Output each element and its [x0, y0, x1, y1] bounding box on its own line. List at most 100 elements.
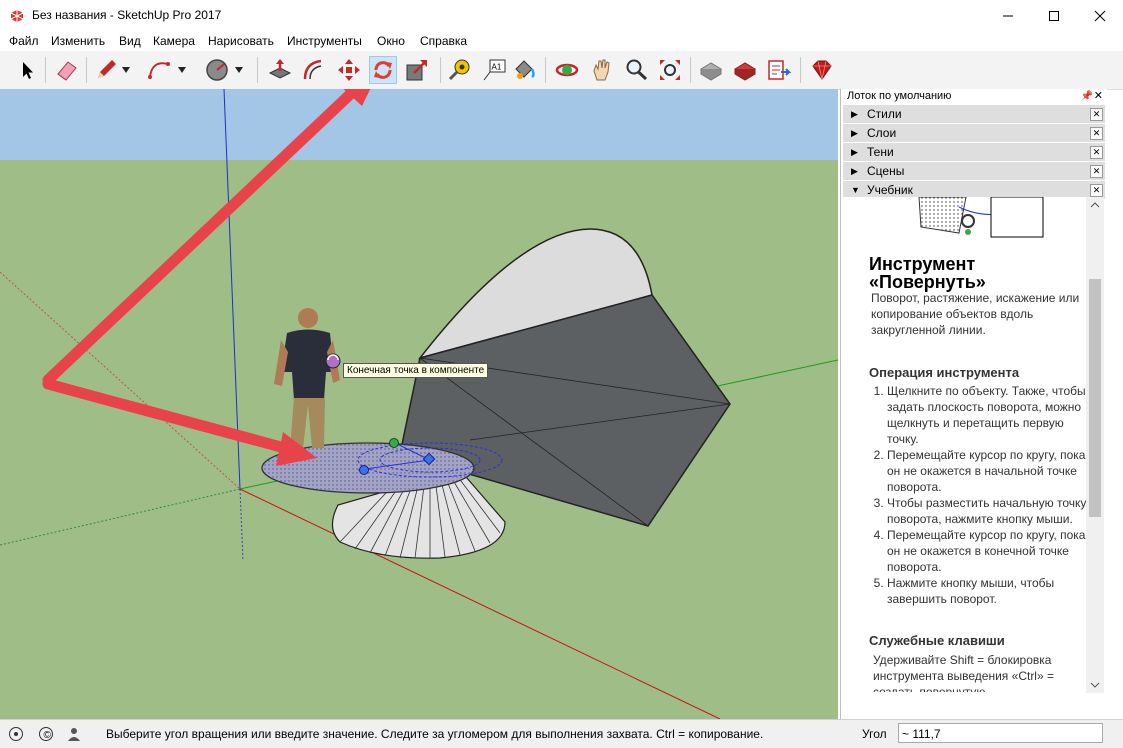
tray-title: Лоток по умолчанию [847, 90, 952, 102]
send-to-layout-icon [768, 60, 792, 80]
tray-panel-label: Слои [867, 126, 897, 140]
model-viewport[interactable]: Конечная точка в компоненте [0, 89, 838, 719]
expand-arrow-icon: ▶ [851, 109, 858, 119]
paint-bucket-tool-button[interactable] [510, 56, 538, 84]
eraser-tool-button[interactable] [53, 56, 81, 84]
orbit-icon [555, 63, 579, 77]
menu-camera[interactable]: Камера [153, 34, 195, 48]
arc-icon [148, 62, 170, 79]
zoom-icon [626, 59, 648, 81]
tray-panel-shadows[interactable]: ▶ Тени ✕ [843, 143, 1105, 161]
circle-dropdown[interactable] [232, 56, 246, 84]
chevron-down-icon [235, 67, 243, 73]
offset-icon [303, 59, 322, 80]
default-tray: Лоток по умолчанию 📌 ✕ ▶ Стили ✕ ▶ Слои … [840, 89, 1107, 719]
instructor-content: Инструмент «Повернуть» Поворот, растяжен… [841, 197, 1089, 692]
close-icon[interactable]: ✕ [1090, 127, 1103, 140]
pin-icon[interactable]: 📌 [1081, 89, 1093, 104]
tray-panel-scenes[interactable]: ▶ Сцены ✕ [843, 162, 1105, 180]
inference-tooltip: Конечная точка в компоненте [343, 363, 489, 378]
help-keys-text: Удерживайте Shift = блокировка инструмен… [873, 653, 1054, 692]
offset-tool-button[interactable] [300, 56, 328, 84]
arc-tool-button[interactable] [145, 56, 173, 84]
help-steps: Щелкните по объекту. Также, чтобы задать… [871, 383, 1087, 607]
user-icon[interactable] [66, 726, 82, 742]
angle-input[interactable]: ~ 111,7 [898, 723, 1103, 743]
ruby-icon [812, 60, 832, 80]
tray-panel-label: Тени [867, 145, 894, 159]
rotate-center-point [359, 465, 369, 475]
tray-scrollbar[interactable] [1086, 197, 1104, 693]
tray-panel-layers[interactable]: ▶ Слои ✕ [843, 124, 1105, 142]
help-operation-heading: Операция инструмента [869, 365, 1020, 380]
text-icon: A1 [483, 59, 506, 81]
circle-tool-button[interactable] [203, 56, 231, 84]
rotate-tool-button[interactable] [369, 56, 397, 84]
rotate-icon [374, 61, 392, 79]
text-tool-button[interactable]: A1 [480, 56, 508, 84]
scroll-up-icon[interactable] [1086, 199, 1104, 211]
chevron-down-icon [178, 67, 186, 73]
scale-tool-button[interactable] [403, 56, 431, 84]
arc-dropdown[interactable] [175, 56, 189, 84]
menu-file[interactable]: Файл [9, 34, 39, 48]
minimize-button[interactable] [985, 0, 1031, 31]
tray-panel-label: Стили [867, 107, 902, 121]
select-tool-button[interactable] [13, 56, 41, 84]
toolbar: A1 [0, 51, 1123, 90]
pencil-tool-button[interactable] [92, 56, 120, 84]
title-bar: Без названия - SketchUp Pro 2017 [0, 0, 1123, 31]
svg-text:A1: A1 [492, 63, 502, 72]
extension-warehouse-button[interactable] [731, 56, 759, 84]
tray-panel-styles[interactable]: ▶ Стили ✕ [843, 105, 1105, 123]
select-icon [23, 62, 33, 79]
close-button[interactable] [1077, 0, 1123, 31]
geo-location-icon[interactable] [8, 726, 24, 742]
menu-tools[interactable]: Инструменты [287, 34, 362, 48]
scene-canvas[interactable] [0, 89, 838, 719]
menu-view[interactable]: Вид [119, 34, 141, 48]
tape-measure-tool-button[interactable] [446, 56, 474, 84]
expand-arrow-icon: ▶ [851, 147, 858, 157]
menu-help[interactable]: Справка [420, 34, 467, 48]
extension-warehouse-icon [734, 62, 756, 81]
help-step: Чтобы разместить начальную точку поворот… [887, 495, 1087, 527]
sky [0, 89, 838, 161]
credits-icon[interactable]: © [38, 726, 54, 742]
tray-header: Лоток по умолчанию 📌 ✕ [841, 89, 1107, 104]
tray-panel-label: Сцены [867, 164, 905, 178]
close-icon[interactable]: ✕ [1090, 184, 1103, 197]
scrollbar-thumb[interactable] [1089, 279, 1101, 517]
push-pull-tool-button[interactable] [266, 56, 294, 84]
menu-bar: Файл Изменить Вид Камера Нарисовать Инст… [0, 31, 1123, 51]
close-icon[interactable]: ✕ [1090, 146, 1103, 159]
zoom-tool-button[interactable] [622, 56, 650, 84]
help-step: Щелкните по объекту. Также, чтобы задать… [887, 383, 1087, 447]
send-to-layout-button[interactable] [765, 56, 793, 84]
pan-tool-button[interactable] [588, 56, 616, 84]
svg-text:©: © [44, 730, 52, 741]
push-pull-icon [268, 59, 292, 79]
cursor-rotate-icon [325, 353, 341, 369]
zoom-extents-tool-button[interactable] [656, 56, 684, 84]
chevron-down-icon [122, 67, 130, 73]
pencil-dropdown[interactable] [119, 56, 133, 84]
orbit-tool-button[interactable] [553, 56, 581, 84]
status-bar: © Выберите угол вращения или введите зна… [0, 719, 1123, 748]
close-icon[interactable]: ✕ [1090, 108, 1103, 121]
maximize-button[interactable] [1031, 0, 1077, 31]
tray-close-icon[interactable]: ✕ [1094, 89, 1103, 104]
menu-draw[interactable]: Нарисовать [208, 34, 274, 48]
angle-label: Угол [862, 727, 887, 741]
menu-edit[interactable]: Изменить [51, 34, 105, 48]
move-tool-button[interactable] [335, 56, 363, 84]
warehouse-button[interactable] [697, 56, 725, 84]
close-icon[interactable]: ✕ [1090, 165, 1103, 178]
tape-measure-icon [448, 59, 470, 81]
help-description: Поворот, растяжение, искажение или копир… [871, 291, 1080, 337]
rotate-start-point [389, 438, 399, 448]
expand-arrow-icon: ▶ [851, 166, 858, 176]
scroll-down-icon[interactable] [1086, 679, 1104, 691]
menu-window[interactable]: Окно [377, 34, 405, 48]
ruby-console-button[interactable] [808, 56, 836, 84]
